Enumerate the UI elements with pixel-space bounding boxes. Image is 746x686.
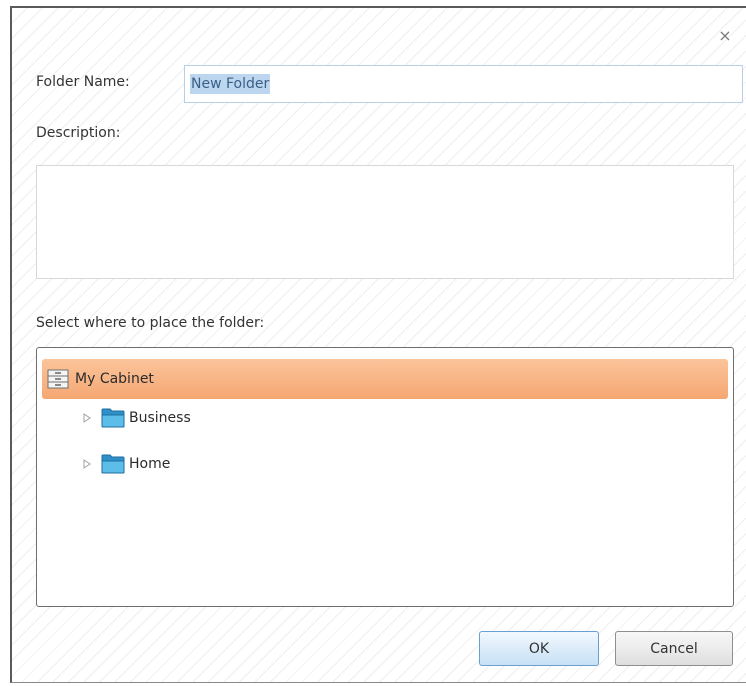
tree-root-my-cabinet[interactable]: My Cabinet (42, 359, 728, 399)
tree-item-label: Home (129, 456, 171, 472)
folder-icon (101, 408, 125, 428)
cabinet-icon (47, 369, 69, 389)
description-textarea[interactable] (36, 165, 734, 279)
close-icon[interactable]: × (717, 28, 733, 44)
folder-name-input[interactable]: New Folder (184, 65, 743, 103)
folder-icon (101, 454, 125, 474)
triangle-right-icon[interactable] (81, 412, 93, 424)
tree-item-home[interactable]: Home (81, 452, 170, 476)
folder-name-value: New Folder (190, 74, 271, 94)
cancel-button[interactable]: Cancel (615, 631, 733, 666)
tree-root-label: My Cabinet (75, 371, 154, 387)
folder-tree[interactable]: My Cabinet Business Home (36, 347, 734, 607)
tree-item-label: Business (129, 410, 191, 426)
tree-item-business[interactable]: Business (81, 406, 191, 430)
new-folder-dialog: × Folder Name: New Folder Description: S… (10, 6, 746, 683)
location-label: Select where to place the folder: (36, 315, 265, 331)
ok-button[interactable]: OK (479, 631, 599, 666)
triangle-right-icon[interactable] (81, 458, 93, 470)
description-label: Description: (36, 125, 121, 141)
folder-name-label: Folder Name: (36, 74, 130, 90)
